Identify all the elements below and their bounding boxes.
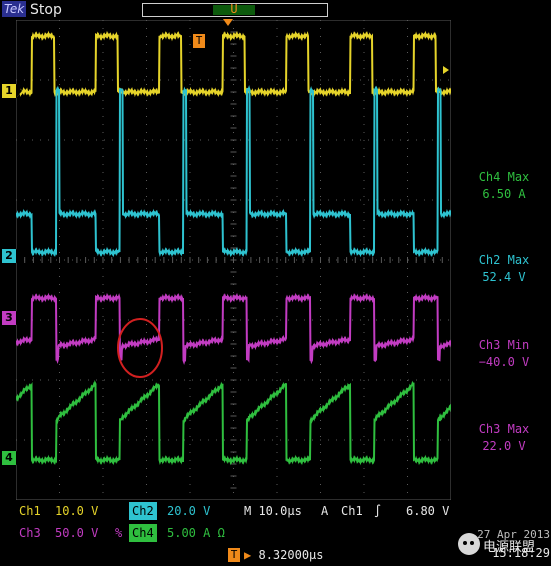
ch3-scale[interactable]: 50.0 V: [52, 524, 101, 542]
ch3-bandwidth-icon: %: [115, 526, 123, 540]
ch4-waveform: [16, 380, 451, 466]
ch3-label[interactable]: Ch3: [16, 524, 44, 542]
record-length-bar: U: [142, 2, 328, 17]
trigger-position-marker: U: [230, 2, 238, 16]
trigger-offset[interactable]: ▶ 8.32000µs: [244, 546, 324, 564]
measurement-ch4-max: Ch4 Max 6.50 A: [460, 169, 548, 203]
trigger-mode: A: [321, 504, 329, 518]
trigger-offset-value: 8.32000µs: [258, 548, 324, 562]
measurement-label: Ch4 Max: [478, 170, 530, 184]
ch1-label[interactable]: Ch1: [16, 502, 44, 520]
ch3-waveform: [16, 292, 451, 366]
status-bar: Tek Stop U: [0, 0, 551, 20]
measurement-value: 6.50 A: [482, 187, 526, 201]
measurement-ch2-max: Ch2 Max 52.4 V: [460, 252, 548, 286]
measurement-ch3-max: Ch3 Max 22.0 V: [460, 421, 548, 455]
ch3-ground-marker[interactable]: 3: [2, 311, 22, 325]
ch4-ground-marker[interactable]: 4: [2, 451, 22, 465]
trigger-level[interactable]: 6.80 V: [403, 502, 452, 520]
ch1-ground-marker[interactable]: 1: [2, 84, 22, 98]
oscilloscope-screen: Tek Stop U T 1 2 3 4 Ch4 Max 6.50 A Ch2 …: [0, 0, 551, 566]
measurement-label: Ch3 Min: [478, 338, 530, 352]
trigger-level-marker: [443, 66, 449, 74]
measurement-ch3-min: Ch3 Min −40.0 V: [460, 337, 548, 371]
annotation-circle: [117, 318, 163, 378]
waveform-graticule: [16, 20, 451, 500]
watermark: 电源联盟: [455, 528, 551, 564]
ch2-label[interactable]: Ch2: [129, 502, 157, 520]
ch4-scale[interactable]: 5.00 A Ω: [164, 524, 228, 542]
tek-logo: Tek: [2, 1, 27, 17]
watermark-text: 电源联盟: [483, 540, 536, 555]
trigger-offset-marker: T: [228, 548, 240, 562]
settings-row-2: Ch3 50.0 V % Ch4 5.00 A Ω: [16, 524, 456, 542]
measurement-label: Ch3 Max: [478, 422, 530, 436]
settings-row-1: Ch1 10.0 V Ch2 20.0 V M 10.0µs A Ch1 ∫ 6…: [16, 502, 456, 520]
timebase-scale[interactable]: M 10.0µs: [241, 502, 305, 520]
measurement-value: −40.0 V: [478, 355, 530, 369]
trigger-source[interactable]: Ch1: [338, 502, 366, 520]
trigger-slope-icon: ∫: [374, 504, 382, 518]
trigger-time-marker: [223, 19, 233, 26]
measurement-value: 22.0 V: [482, 439, 526, 453]
measurement-label: Ch2 Max: [478, 253, 530, 267]
trigger-t-marker: T: [193, 34, 205, 48]
trigger-offset-arrow-icon: ▶: [244, 548, 252, 562]
ch2-scale[interactable]: 20.0 V: [164, 502, 213, 520]
ch2-ground-marker[interactable]: 2: [2, 249, 22, 263]
ch4-label[interactable]: Ch4: [129, 524, 157, 542]
ch1-scale[interactable]: 10.0 V: [52, 502, 101, 520]
watermark-logo-icon: [458, 533, 480, 555]
measurement-value: 52.4 V: [482, 270, 526, 284]
run-state-label[interactable]: Stop: [30, 0, 62, 20]
